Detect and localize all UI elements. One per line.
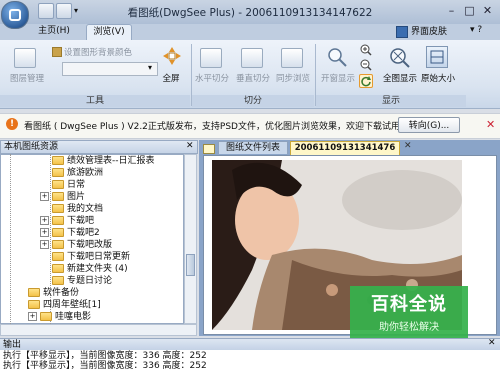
folder-icon	[52, 252, 64, 261]
vertical-scrollbar[interactable]	[184, 154, 197, 324]
tree-rows: 绩效管理表--日汇报表 旅游欧洲日常 + 图片我的文档 + 下载吧 + 下载吧2 + 下载吧改版下…	[0, 154, 184, 324]
watermark-subtitle: 助你轻松解决	[379, 322, 439, 333]
app-logo-icon	[9, 9, 21, 21]
tree-item-label: 四周年壁纸[1]	[43, 300, 101, 310]
tab-browse[interactable]: 浏览(V)	[86, 24, 132, 40]
expand-icon[interactable]: +	[40, 228, 49, 237]
left-pane-title: 本机图纸资源	[0, 140, 198, 154]
folder-icon	[52, 192, 64, 201]
paint-icon	[52, 47, 62, 57]
tab-home[interactable]: 主页(H)	[34, 24, 74, 39]
chevron-down-icon[interactable]: ▾	[148, 63, 152, 72]
group-split-label: 切分	[192, 95, 314, 107]
close-icon[interactable]: ✕	[488, 338, 496, 348]
folder-icon	[52, 276, 64, 285]
tree-item-label: 下载吧改版	[67, 240, 113, 250]
bg-color-select[interactable]	[62, 62, 158, 76]
folder-icon	[40, 312, 52, 321]
tree-item-label: 旅游欧洲	[67, 168, 104, 178]
tree-item-label: 绩效管理表--日汇报表	[67, 156, 155, 166]
original-size-label[interactable]: 原始大小	[418, 72, 458, 84]
group-display-label: 显示	[316, 95, 466, 107]
tree-item[interactable]: + 哇噻电影	[28, 311, 91, 324]
tree-item-label: 哇噻电影	[55, 312, 92, 322]
folder-icon	[28, 288, 40, 297]
group-tools-label: 工具	[0, 95, 190, 107]
tree-item-label: 新建文件夹 (4)	[67, 264, 128, 274]
scroll-thumb[interactable]	[186, 254, 195, 276]
folder-icon	[28, 300, 40, 309]
tab-file-list[interactable]: 图纸文件列表	[218, 141, 288, 154]
tree-item-label: 专题日讨论	[67, 276, 113, 286]
set-bg-label[interactable]: 设置图形背景颜色	[64, 46, 132, 58]
expand-icon[interactable]: +	[40, 240, 49, 249]
h-split-label[interactable]: 水平切分	[192, 72, 232, 84]
watermark-title: 百科全说	[371, 294, 447, 315]
tree-item-label: 下载吧日常更新	[67, 252, 131, 262]
file-list-icon	[203, 144, 215, 154]
folder-icon	[52, 264, 64, 273]
output-line: 执行【平移显示】，当前图像宽度：336 高度：252	[3, 361, 207, 369]
expand-icon[interactable]: +	[28, 312, 37, 321]
sync-browse-label[interactable]: 同步浏览	[273, 72, 313, 84]
output-title: 输出	[0, 338, 500, 350]
app-menu-button[interactable]	[1, 1, 29, 29]
minimize-button[interactable]: –	[444, 4, 459, 18]
layer-mgmt-label[interactable]: 图层管理	[6, 72, 48, 84]
zoom-in-icon[interactable]	[360, 44, 372, 56]
expand-icon[interactable]: +	[40, 216, 49, 225]
output-line: 执行【平移显示】，当前图像宽度：336 高度：252	[3, 351, 207, 361]
folder-icon	[52, 216, 64, 225]
zoom-out-icon[interactable]	[360, 59, 372, 71]
close-icon[interactable]: ✕	[486, 118, 495, 131]
info-icon: !	[6, 118, 18, 130]
sync-browse-icon[interactable]	[281, 48, 303, 68]
original-size-icon[interactable]	[426, 46, 448, 68]
close-icon[interactable]: ✕	[186, 141, 194, 151]
folder-icon	[52, 228, 64, 237]
v-split-label[interactable]: 垂直切分	[233, 72, 273, 84]
refresh-icon[interactable]	[359, 74, 373, 88]
close-button[interactable]: ✕	[480, 4, 495, 18]
layer-icon[interactable]	[14, 48, 36, 68]
maximize-button[interactable]: □	[462, 4, 477, 18]
tree-item-label: 下载吧2	[67, 228, 100, 238]
fullscreen-label[interactable]: 全屏	[160, 72, 182, 84]
help-icon[interactable]: ▾ ?	[470, 25, 482, 35]
folder-icon	[52, 168, 64, 177]
folder-icon	[52, 180, 64, 189]
v-split-icon[interactable]	[241, 48, 263, 68]
tab-current-file[interactable]: 20061109131341476​22	[290, 141, 400, 165]
tree-item-label: 日常	[67, 180, 86, 190]
folder-icon	[52, 204, 64, 213]
folder-icon	[52, 240, 64, 249]
open-window-label[interactable]: 开窗显示	[318, 72, 358, 84]
folder-icon	[52, 156, 64, 165]
fit-all-label[interactable]: 全图显示	[380, 72, 420, 84]
tree-item-label: 我的文档	[67, 204, 104, 214]
window-title: 看图纸(DwgSee Plus) - 20061109131341476​22	[127, 7, 373, 19]
skin-button[interactable]: 界面皮肤	[396, 25, 466, 39]
output-log: 执行【平移显示】，当前图像宽度：336 高度：252 执行【平移显示】，当前图像…	[0, 350, 500, 369]
notice-text: 看图纸 ( DwgSee Plus ) V2.2正式版发布，支持PSD文件，优化…	[24, 122, 404, 132]
goto-button[interactable]: 转向(G)...	[398, 117, 460, 133]
skin-label: 界面皮肤	[411, 27, 448, 37]
close-icon[interactable]: ✕	[404, 141, 412, 151]
h-split-icon[interactable]	[200, 48, 222, 68]
tree-item-label: 软件备份	[43, 288, 80, 298]
fit-all-icon[interactable]	[388, 46, 410, 68]
skin-icon	[396, 25, 408, 38]
fullscreen-icon[interactable]	[162, 46, 182, 66]
magnifier-icon[interactable]	[326, 46, 348, 68]
tree-item-label: 图片	[67, 192, 86, 202]
expand-icon[interactable]: +	[40, 192, 49, 201]
tree-item-label: 下载吧	[67, 216, 95, 226]
horizontal-scrollbar[interactable]	[0, 324, 197, 336]
